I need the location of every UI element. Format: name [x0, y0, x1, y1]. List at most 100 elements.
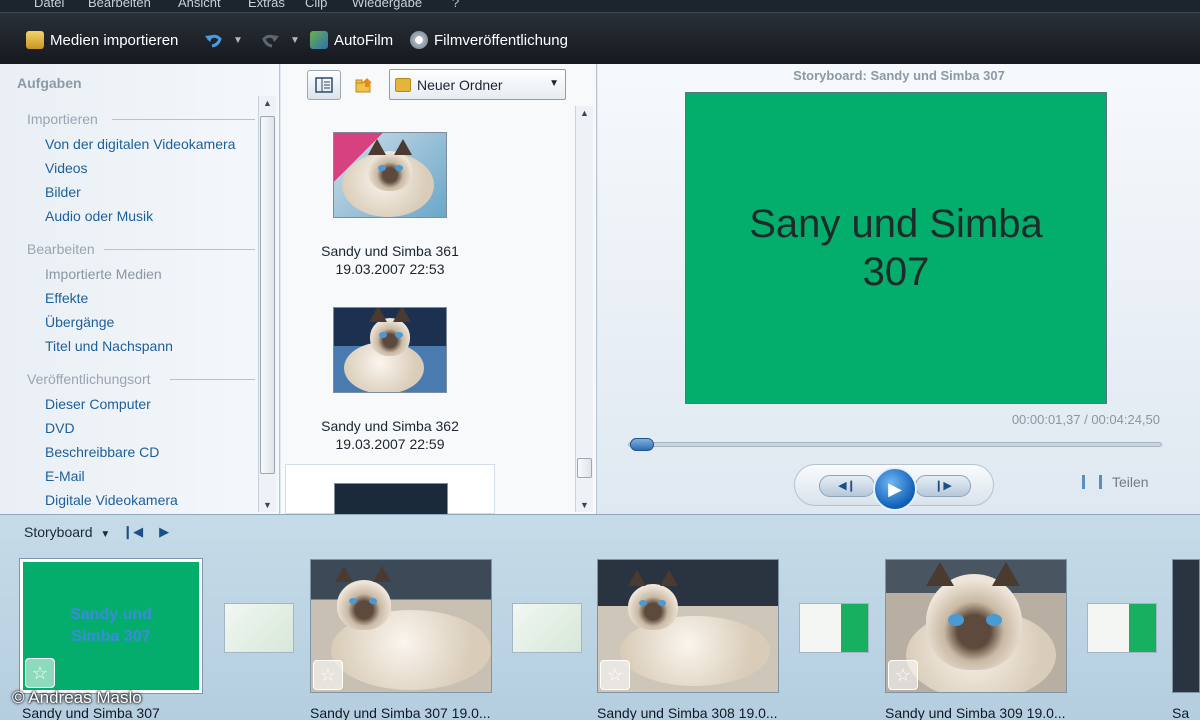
storyboard-clip[interactable]: Sandy und Simba 307 ☆: [20, 559, 202, 693]
section-publish-title: Veröffentlichungsort: [27, 371, 151, 387]
section-edit-title: Bearbeiten: [27, 241, 95, 257]
chevron-down-icon: ▼: [233, 34, 243, 46]
seek-bar[interactable]: [628, 438, 1162, 451]
chevron-down-icon: ▼: [290, 34, 300, 46]
seek-handle[interactable]: [629, 438, 654, 451]
task-import-pictures[interactable]: Bilder: [45, 184, 81, 200]
scrollbar-thumb[interactable]: [577, 458, 592, 478]
storyboard-view-dropdown[interactable]: Storyboard ▼: [24, 524, 110, 540]
scroll-down-icon[interactable]: ▼: [259, 500, 276, 510]
task-imported-media[interactable]: Importierte Medien: [45, 266, 162, 282]
star-icon[interactable]: ☆: [600, 660, 630, 690]
disc-icon: [410, 31, 428, 49]
media-item[interactable]: Sandy und Simba 361 19.03.2007 22:53: [285, 132, 495, 302]
publish-movie-button[interactable]: Filmveröffentlichung: [410, 29, 568, 51]
folder-select[interactable]: Neuer Ordner ▼: [389, 69, 566, 100]
undo-button[interactable]: [204, 29, 224, 51]
details-view-button[interactable]: [307, 70, 341, 100]
task-effects[interactable]: Effekte: [45, 290, 88, 306]
scroll-up-icon[interactable]: ▲: [576, 108, 593, 118]
next-frame-button[interactable]: ❙▶: [915, 475, 971, 497]
star-icon[interactable]: ☆: [25, 658, 55, 688]
play-icon: ▶: [888, 478, 902, 499]
task-digital-videocamera[interactable]: Digitale Videokamera: [45, 492, 178, 508]
folder-icon: [395, 77, 411, 92]
rewind-storyboard-icon[interactable]: ❙◀: [122, 524, 143, 540]
transition-slot[interactable]: [224, 603, 294, 653]
copyright-watermark: © Andreas Maslo: [12, 688, 142, 707]
transition-slot[interactable]: [512, 603, 582, 653]
task-titles-credits[interactable]: Titel und Nachspann: [45, 338, 173, 354]
menu-playback[interactable]: Wiedergabe: [352, 0, 422, 10]
autofilm-icon: [310, 31, 328, 49]
redo-icon: [262, 34, 279, 48]
menu-edit[interactable]: Bearbeiten: [88, 0, 151, 10]
task-dvd[interactable]: DVD: [45, 420, 75, 436]
media-item[interactable]: [285, 464, 495, 515]
playback-controls: ◀❙ ❙▶ ▶: [794, 464, 994, 511]
scrollbar-thumb[interactable]: [260, 116, 275, 474]
task-email[interactable]: E-Mail: [45, 468, 85, 484]
transition-slot[interactable]: [1087, 603, 1157, 653]
next-frame-icon: ❙▶: [934, 480, 952, 492]
preview-pane: Storyboard: Sandy und Simba 307 Sany und…: [598, 64, 1200, 514]
storyboard-clip[interactable]: ☆: [597, 559, 779, 693]
clip-label: Sandy und Simba 308 19.0...: [597, 705, 778, 720]
preview-time: 00:00:01,37 / 00:04:24,50: [1011, 412, 1160, 427]
media-thumbnail: [333, 307, 447, 393]
menu-help[interactable]: ?: [452, 0, 459, 10]
autofilm-label: AutoFilm: [334, 31, 394, 49]
media-name: Sandy und Simba 361: [321, 243, 459, 259]
cat-photo: [334, 133, 446, 217]
transition-slot[interactable]: [799, 603, 869, 653]
toolbar: Medien importieren ▼ ▼ AutoFilm Filmverö…: [0, 12, 1200, 64]
storyboard: Storyboard ▼ ❙◀ ▶ Sandy und Simba 307 ☆ …: [0, 514, 1200, 720]
folder-select-value: Neuer Ordner: [417, 76, 503, 93]
play-storyboard-icon[interactable]: ▶: [159, 524, 169, 540]
import-media-button[interactable]: Medien importieren: [26, 29, 178, 51]
section-import-title: Importieren: [27, 111, 98, 127]
star-icon[interactable]: ☆: [888, 660, 918, 690]
chevron-down-icon: ▼: [549, 78, 559, 89]
task-this-computer[interactable]: Dieser Computer: [45, 396, 151, 412]
media-item[interactable]: Sandy und Simba 362 19.03.2007 22:59: [285, 307, 495, 477]
split-button[interactable]: Teilen: [1082, 474, 1149, 490]
clip-label: Sa: [1172, 705, 1190, 720]
new-folder-button[interactable]: [347, 70, 381, 100]
task-pane-title: Aufgaben: [17, 75, 82, 91]
storyboard-clip[interactable]: ☆: [885, 559, 1067, 693]
menu-file[interactable]: Datei: [34, 0, 64, 10]
star-icon[interactable]: ☆: [313, 660, 343, 690]
menu-view[interactable]: Ansicht: [178, 0, 221, 10]
menu-tools[interactable]: Extras: [248, 0, 285, 10]
clip-label: Sandy und Simba 307 19.0...: [310, 705, 491, 720]
task-import-videos[interactable]: Videos: [45, 160, 88, 176]
storyboard-clip[interactable]: ☆: [310, 559, 492, 693]
chevron-down-icon: ▼: [100, 529, 111, 540]
cat-photo: [334, 308, 446, 392]
task-pane: Aufgaben Importieren Von der digitalen V…: [0, 64, 280, 514]
divider: [170, 379, 255, 380]
redo-dropdown[interactable]: ▼: [290, 29, 300, 51]
task-transitions[interactable]: Übergänge: [45, 314, 114, 330]
redo-button[interactable]: [260, 29, 280, 51]
previous-frame-button[interactable]: ◀❙: [819, 475, 875, 497]
split-icon: [1082, 475, 1102, 489]
storyboard-clip[interactable]: [1172, 559, 1200, 693]
media-date: 19.03.2007 22:59: [335, 436, 445, 452]
preview-monitor: Sany und Simba 307: [685, 92, 1107, 404]
media-library-scrollbar[interactable]: ▲ ▼: [575, 106, 593, 512]
task-writable-cd[interactable]: Beschreibbare CD: [45, 444, 159, 460]
play-button[interactable]: ▶: [873, 467, 917, 511]
preview-title: Storyboard: Sandy und Simba 307: [793, 68, 1005, 83]
split-label: Teilen: [1112, 474, 1149, 490]
title-clip-text: Sandy und Simba 307: [70, 606, 152, 645]
scroll-up-icon[interactable]: ▲: [259, 98, 276, 108]
autofilm-button[interactable]: AutoFilm: [310, 29, 393, 51]
task-import-audio[interactable]: Audio oder Musik: [45, 208, 153, 224]
scroll-down-icon[interactable]: ▼: [576, 500, 593, 510]
task-import-videocamera[interactable]: Von der digitalen Videokamera: [45, 136, 235, 152]
undo-dropdown[interactable]: ▼: [233, 29, 243, 51]
menu-clip[interactable]: Clip: [305, 0, 327, 10]
task-pane-scrollbar[interactable]: ▲ ▼: [258, 96, 276, 512]
